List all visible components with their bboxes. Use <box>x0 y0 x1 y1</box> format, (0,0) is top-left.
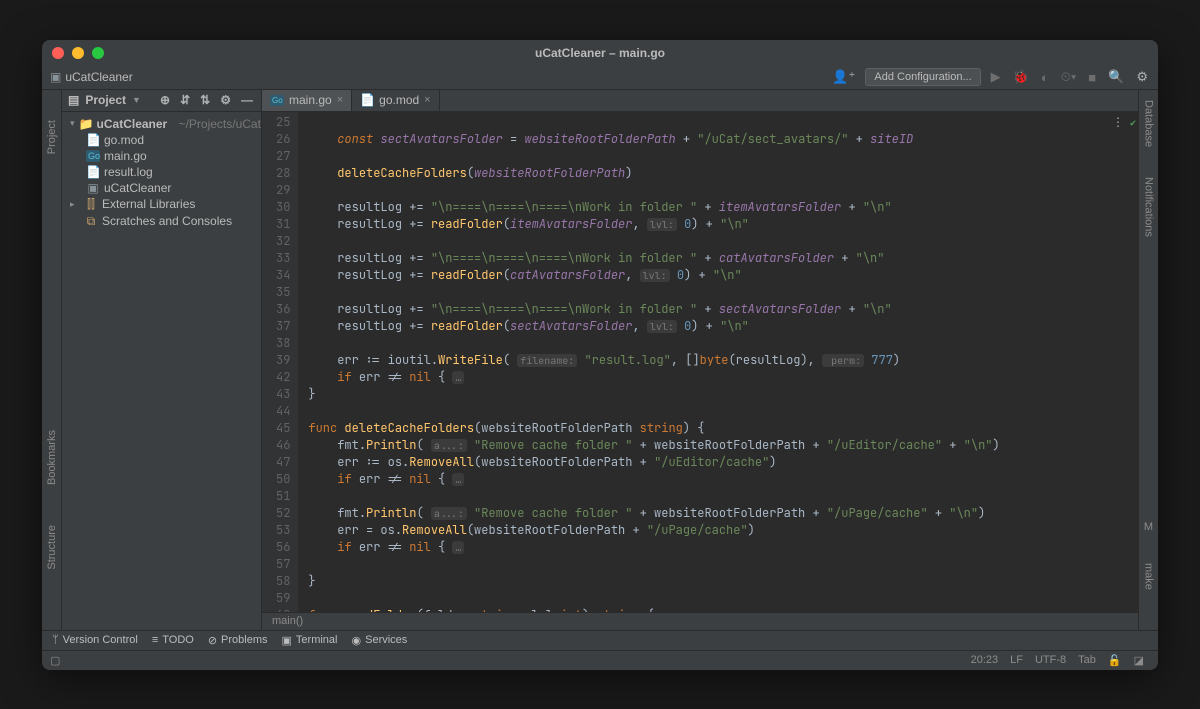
project-crumb[interactable]: uCatCleaner <box>65 70 132 84</box>
close-window-button[interactable] <box>52 47 64 59</box>
database-tool[interactable]: Database <box>1143 100 1155 147</box>
notifications-tool[interactable]: Notifications <box>1143 177 1155 237</box>
hide-icon[interactable]: — <box>239 93 255 107</box>
encoding[interactable]: UTF-8 <box>1029 654 1072 666</box>
editor-menu-icon[interactable]: ⋮ <box>1112 114 1124 130</box>
indent[interactable]: Tab <box>1072 654 1102 666</box>
statusbar: ▢ 20:23 LF UTF-8 Tab 🔓 ◪ <box>42 650 1158 670</box>
terminal-icon: ▣ <box>282 634 292 647</box>
tab-main-go[interactable]: Gomain.go× <box>262 90 352 111</box>
terminal-tool[interactable]: ▣Terminal <box>282 634 338 647</box>
tree-file[interactable]: Gomain.go <box>62 148 261 164</box>
coverage-icon[interactable]: ◐ <box>1039 70 1051 85</box>
ide-window: uCatCleaner – main.go ▣ uCatCleaner 👤⁺ A… <box>42 40 1158 670</box>
stop-icon[interactable]: ■ <box>1086 70 1098 85</box>
close-icon[interactable]: × <box>337 94 343 106</box>
line-ending[interactable]: LF <box>1004 654 1029 666</box>
branch-icon: ᛘ <box>52 634 59 646</box>
project-tool[interactable]: Project <box>46 120 58 154</box>
navbar: ▣ uCatCleaner 👤⁺ Add Configuration... ▶ … <box>42 66 1158 90</box>
project-sidebar: ▤ Project ▼ ⊕ ⇵ ⇅ ⚙ — ▾📁uCatCleaner ~/Pr… <box>62 90 262 630</box>
ide-status-icon[interactable]: ◪ <box>1128 654 1150 667</box>
breadcrumb[interactable]: main() <box>262 612 1138 630</box>
tab-go-mod[interactable]: 📄go.mod× <box>352 90 439 111</box>
tree-file[interactable]: ▣uCatCleaner <box>62 180 261 196</box>
collapse-all-icon[interactable]: ⇅ <box>198 93 212 107</box>
right-tool-rail: Database Notifications M make <box>1138 90 1158 630</box>
line-gutter: 2526272829303132333435363738394243444546… <box>262 112 298 612</box>
tool-window-toggle-icon[interactable]: ▢ <box>50 654 60 667</box>
profile-icon[interactable]: ⏲▾ <box>1059 69 1079 85</box>
warning-icon: ⊘ <box>208 634 217 647</box>
sidebar-header: ▤ Project ▼ ⊕ ⇵ ⇅ ⚙ — <box>62 90 261 112</box>
inspection-ok-icon[interactable]: ✔ <box>1130 116 1136 129</box>
project-tree: ▾📁uCatCleaner ~/Projects/uCatCleaner 📄go… <box>62 112 261 234</box>
debug-icon[interactable]: 🐞 <box>1011 69 1031 85</box>
sidebar-title: Project <box>85 93 126 107</box>
make-letter: M <box>1144 521 1153 533</box>
expand-all-icon[interactable]: ⇵ <box>178 93 192 107</box>
list-icon: ≡ <box>152 634 158 646</box>
settings-icon[interactable]: ⚙ <box>218 93 233 107</box>
tree-file[interactable]: 📄result.log <box>62 164 261 180</box>
make-tool[interactable]: make <box>1143 563 1155 590</box>
run-icon[interactable]: ▶ <box>989 69 1003 85</box>
bottom-tool-bar: ᛘVersion Control ≡TODO ⊘Problems ▣Termin… <box>42 630 1158 650</box>
maximize-window-button[interactable] <box>92 47 104 59</box>
titlebar: uCatCleaner – main.go <box>42 40 1158 66</box>
folder-icon: ▤ <box>68 93 79 107</box>
todo-tool[interactable]: ≡TODO <box>152 634 194 646</box>
code-editor[interactable]: 2526272829303132333435363738394243444546… <box>262 112 1138 612</box>
tree-file[interactable]: 📄go.mod <box>62 132 261 148</box>
settings-icon[interactable]: ⚙ <box>1134 69 1150 85</box>
structure-tool[interactable]: Structure <box>46 525 58 570</box>
add-configuration-button[interactable]: Add Configuration... <box>865 68 980 86</box>
services-tool[interactable]: ◉Services <box>352 634 408 647</box>
services-icon: ◉ <box>352 634 362 647</box>
error-stripe[interactable]: ⋮ ✔ <box>1126 112 1138 612</box>
window-title: uCatCleaner – main.go <box>535 46 665 60</box>
editor-tabs: Gomain.go× 📄go.mod× <box>262 90 1138 112</box>
window-controls <box>52 47 104 59</box>
tree-scratches[interactable]: ⧉Scratches and Consoles <box>62 213 261 230</box>
minimize-window-button[interactable] <box>72 47 84 59</box>
tree-root[interactable]: ▾📁uCatCleaner ~/Projects/uCatCleaner <box>62 116 261 132</box>
left-tool-rail: Project Bookmarks Structure <box>42 90 62 630</box>
folder-icon: ▣ <box>50 70 61 84</box>
problems-tool[interactable]: ⊘Problems <box>208 634 268 647</box>
search-icon[interactable]: 🔍 <box>1106 69 1126 85</box>
tree-external-libs[interactable]: ▸⫿⫿External Libraries <box>62 196 261 213</box>
lock-icon[interactable]: 🔓 <box>1102 654 1128 667</box>
bookmarks-tool[interactable]: Bookmarks <box>46 430 58 485</box>
caret-position[interactable]: 20:23 <box>965 654 1005 666</box>
code-area[interactable]: const sectAvatarsFolder = websiteRootFol… <box>298 112 1138 612</box>
user-add-icon[interactable]: 👤⁺ <box>830 69 857 85</box>
vcs-tool[interactable]: ᛘVersion Control <box>52 634 138 646</box>
select-opened-icon[interactable]: ⊕ <box>158 93 172 107</box>
close-icon[interactable]: × <box>424 94 430 106</box>
